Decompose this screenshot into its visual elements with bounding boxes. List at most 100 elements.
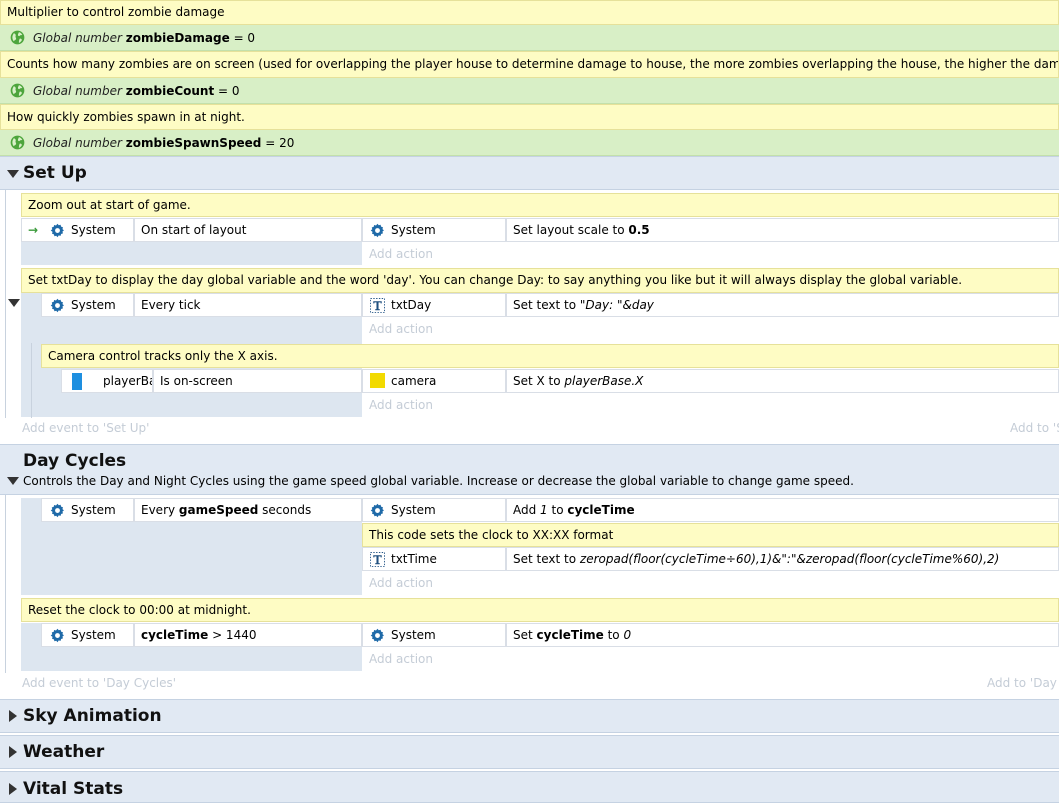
collapse-arrow-icon[interactable] <box>7 477 19 485</box>
object-name: System <box>391 628 436 642</box>
collapse-arrow-icon[interactable] <box>7 170 19 178</box>
condition-object-cell[interactable]: System <box>41 498 134 522</box>
sprite-object-icon <box>370 373 385 388</box>
action-cell[interactable]: Set layout scale to 0.5 <box>506 218 1059 242</box>
action-text-mid: to <box>547 503 568 517</box>
condition-cell[interactable]: Every tick <box>134 293 362 317</box>
trigger-arrow-icon: → <box>28 223 39 237</box>
object-name: System <box>71 628 116 642</box>
add-action-link[interactable]: Add action <box>369 318 433 340</box>
text-object-icon <box>370 298 385 313</box>
group-header-setup[interactable] <box>0 156 1059 190</box>
action-number: 0 <box>623 628 632 642</box>
action-cell[interactable]: Set text to zeropad(floor(cycleTime÷60),… <box>506 547 1059 571</box>
object-name: txtDay <box>391 298 432 312</box>
condition-object-cell[interactable]: playerBa... <box>61 369 153 393</box>
global-var-name: zombieDamage <box>125 31 230 45</box>
add-action-link[interactable]: Add action <box>369 394 433 416</box>
action-cell[interactable]: Set X to playerBase.X <box>506 369 1059 393</box>
condition-cell[interactable]: Is on-screen <box>153 369 362 393</box>
group-title-setup: Set Up <box>23 163 87 183</box>
action-object-cell[interactable]: System <box>362 623 506 647</box>
action-object-cell[interactable]: System <box>362 218 506 242</box>
condition-variable: gameSpeed <box>178 503 259 517</box>
comment-txtday[interactable]: Set txtDay to display the day global var… <box>21 268 1059 293</box>
action-cell[interactable]: Set text to "Day: "&day <box>506 293 1059 317</box>
action-text: Set text to <box>513 298 580 312</box>
group-header-weather[interactable] <box>0 735 1059 769</box>
add-to-link[interactable]: Add to 'Day <box>987 676 1057 690</box>
globe-icon <box>10 30 25 45</box>
action-cell[interactable]: Set cycleTime to 0 <box>506 623 1059 647</box>
group-title-weather: Weather <box>23 742 105 762</box>
comment-camera[interactable]: Camera control tracks only the X axis. <box>41 344 1059 368</box>
group-indent-line <box>5 495 6 673</box>
expand-arrow-icon[interactable] <box>9 710 17 722</box>
globe-icon <box>10 135 25 150</box>
condition-cell[interactable]: Every gameSpeed seconds <box>134 498 362 522</box>
add-to-link[interactable]: Add to 'S <box>1010 421 1059 435</box>
object-name: System <box>71 223 116 237</box>
global-var-value: = 20 <box>265 136 295 150</box>
group-header-vital-stats[interactable] <box>0 771 1059 803</box>
object-name: System <box>71 503 116 517</box>
condition-text-post: > 1440 <box>208 628 257 642</box>
global-var-name: zombieCount <box>125 84 215 98</box>
comment-zombie-damage[interactable]: Multiplier to control zombie damage <box>0 0 1059 25</box>
add-action-link[interactable]: Add action <box>369 572 433 594</box>
gear-icon <box>370 223 385 238</box>
condition-cell[interactable]: On start of layout <box>134 218 362 242</box>
action-expression: zeropad(floor(cycleTime÷60),1)&":"&zerop… <box>579 552 1000 566</box>
gear-icon <box>370 628 385 643</box>
group-title-sky-animation: Sky Animation <box>23 706 162 726</box>
expand-arrow-icon[interactable] <box>9 746 17 758</box>
gear-icon <box>50 298 65 313</box>
group-title-vital-stats: Vital Stats <box>23 779 124 799</box>
gear-icon <box>50 503 65 518</box>
action-object-cell[interactable]: System <box>362 498 506 522</box>
comment-zombie-spawn-speed[interactable]: How quickly zombies spawn in at night. <box>0 104 1059 130</box>
global-var-name: zombieSpawnSpeed <box>125 136 262 150</box>
global-var-value: = 0 <box>218 84 240 98</box>
comment-reset-clock[interactable]: Reset the clock to 00:00 at midnight. <box>21 598 1059 622</box>
condition-cell[interactable]: cycleTime > 1440 <box>134 623 362 647</box>
add-event-link[interactable]: Add event to 'Set Up' <box>22 421 149 435</box>
add-action-link[interactable]: Add action <box>369 243 433 265</box>
gear-icon <box>370 503 385 518</box>
object-name: System <box>391 223 436 237</box>
action-cell[interactable]: Add 1 to cycleTime <box>506 498 1059 522</box>
action-number: 1 <box>540 503 548 517</box>
action-value: "Day: "&day <box>579 298 654 312</box>
condition-object-cell[interactable]: System <box>41 293 134 317</box>
action-object-cell[interactable]: txtTime <box>362 547 506 571</box>
text-object-icon <box>370 552 385 567</box>
sub-event-indent-line <box>31 343 32 418</box>
object-name: System <box>71 298 116 312</box>
group-description: Controls the Day and Night Cycles using … <box>23 474 854 488</box>
global-var-zombie-count[interactable]: Global number zombieCount = 0 <box>0 78 1059 104</box>
condition-object-cell[interactable]: → System <box>21 218 134 242</box>
comment-zoom-out[interactable]: Zoom out at start of game. <box>21 193 1059 217</box>
action-text: Set text to <box>513 552 580 566</box>
global-var-zombie-spawn-speed[interactable]: Global number zombieSpawnSpeed = 20 <box>0 130 1059 156</box>
condition-text-post: seconds <box>258 503 312 517</box>
comment-clock-format[interactable]: This code sets the clock to XX:XX format <box>362 523 1059 547</box>
condition-text: Every <box>141 503 179 517</box>
group-indent-line <box>5 190 6 418</box>
sprite-object-icon <box>72 373 82 390</box>
global-var-zombie-damage[interactable]: Global number zombieDamage = 0 <box>0 25 1059 51</box>
expand-arrow-icon[interactable] <box>9 783 17 795</box>
group-title-daycycles: Day Cycles <box>23 451 127 471</box>
comment-zombie-count[interactable]: Counts how many zombies are on screen (u… <box>0 51 1059 78</box>
gear-icon <box>50 628 65 643</box>
action-text: Set layout scale to <box>513 223 629 237</box>
condition-object-cell[interactable]: System <box>41 623 134 647</box>
add-event-link[interactable]: Add event to 'Day Cycles' <box>22 676 176 690</box>
action-object-cell[interactable]: txtDay <box>362 293 506 317</box>
gear-icon <box>50 223 65 238</box>
action-object-cell[interactable]: camera <box>362 369 506 393</box>
add-action-link[interactable]: Add action <box>369 648 433 670</box>
global-var-type: Global number <box>33 136 122 150</box>
collapse-arrow-icon[interactable] <box>8 299 20 307</box>
action-text: Add <box>513 503 541 517</box>
